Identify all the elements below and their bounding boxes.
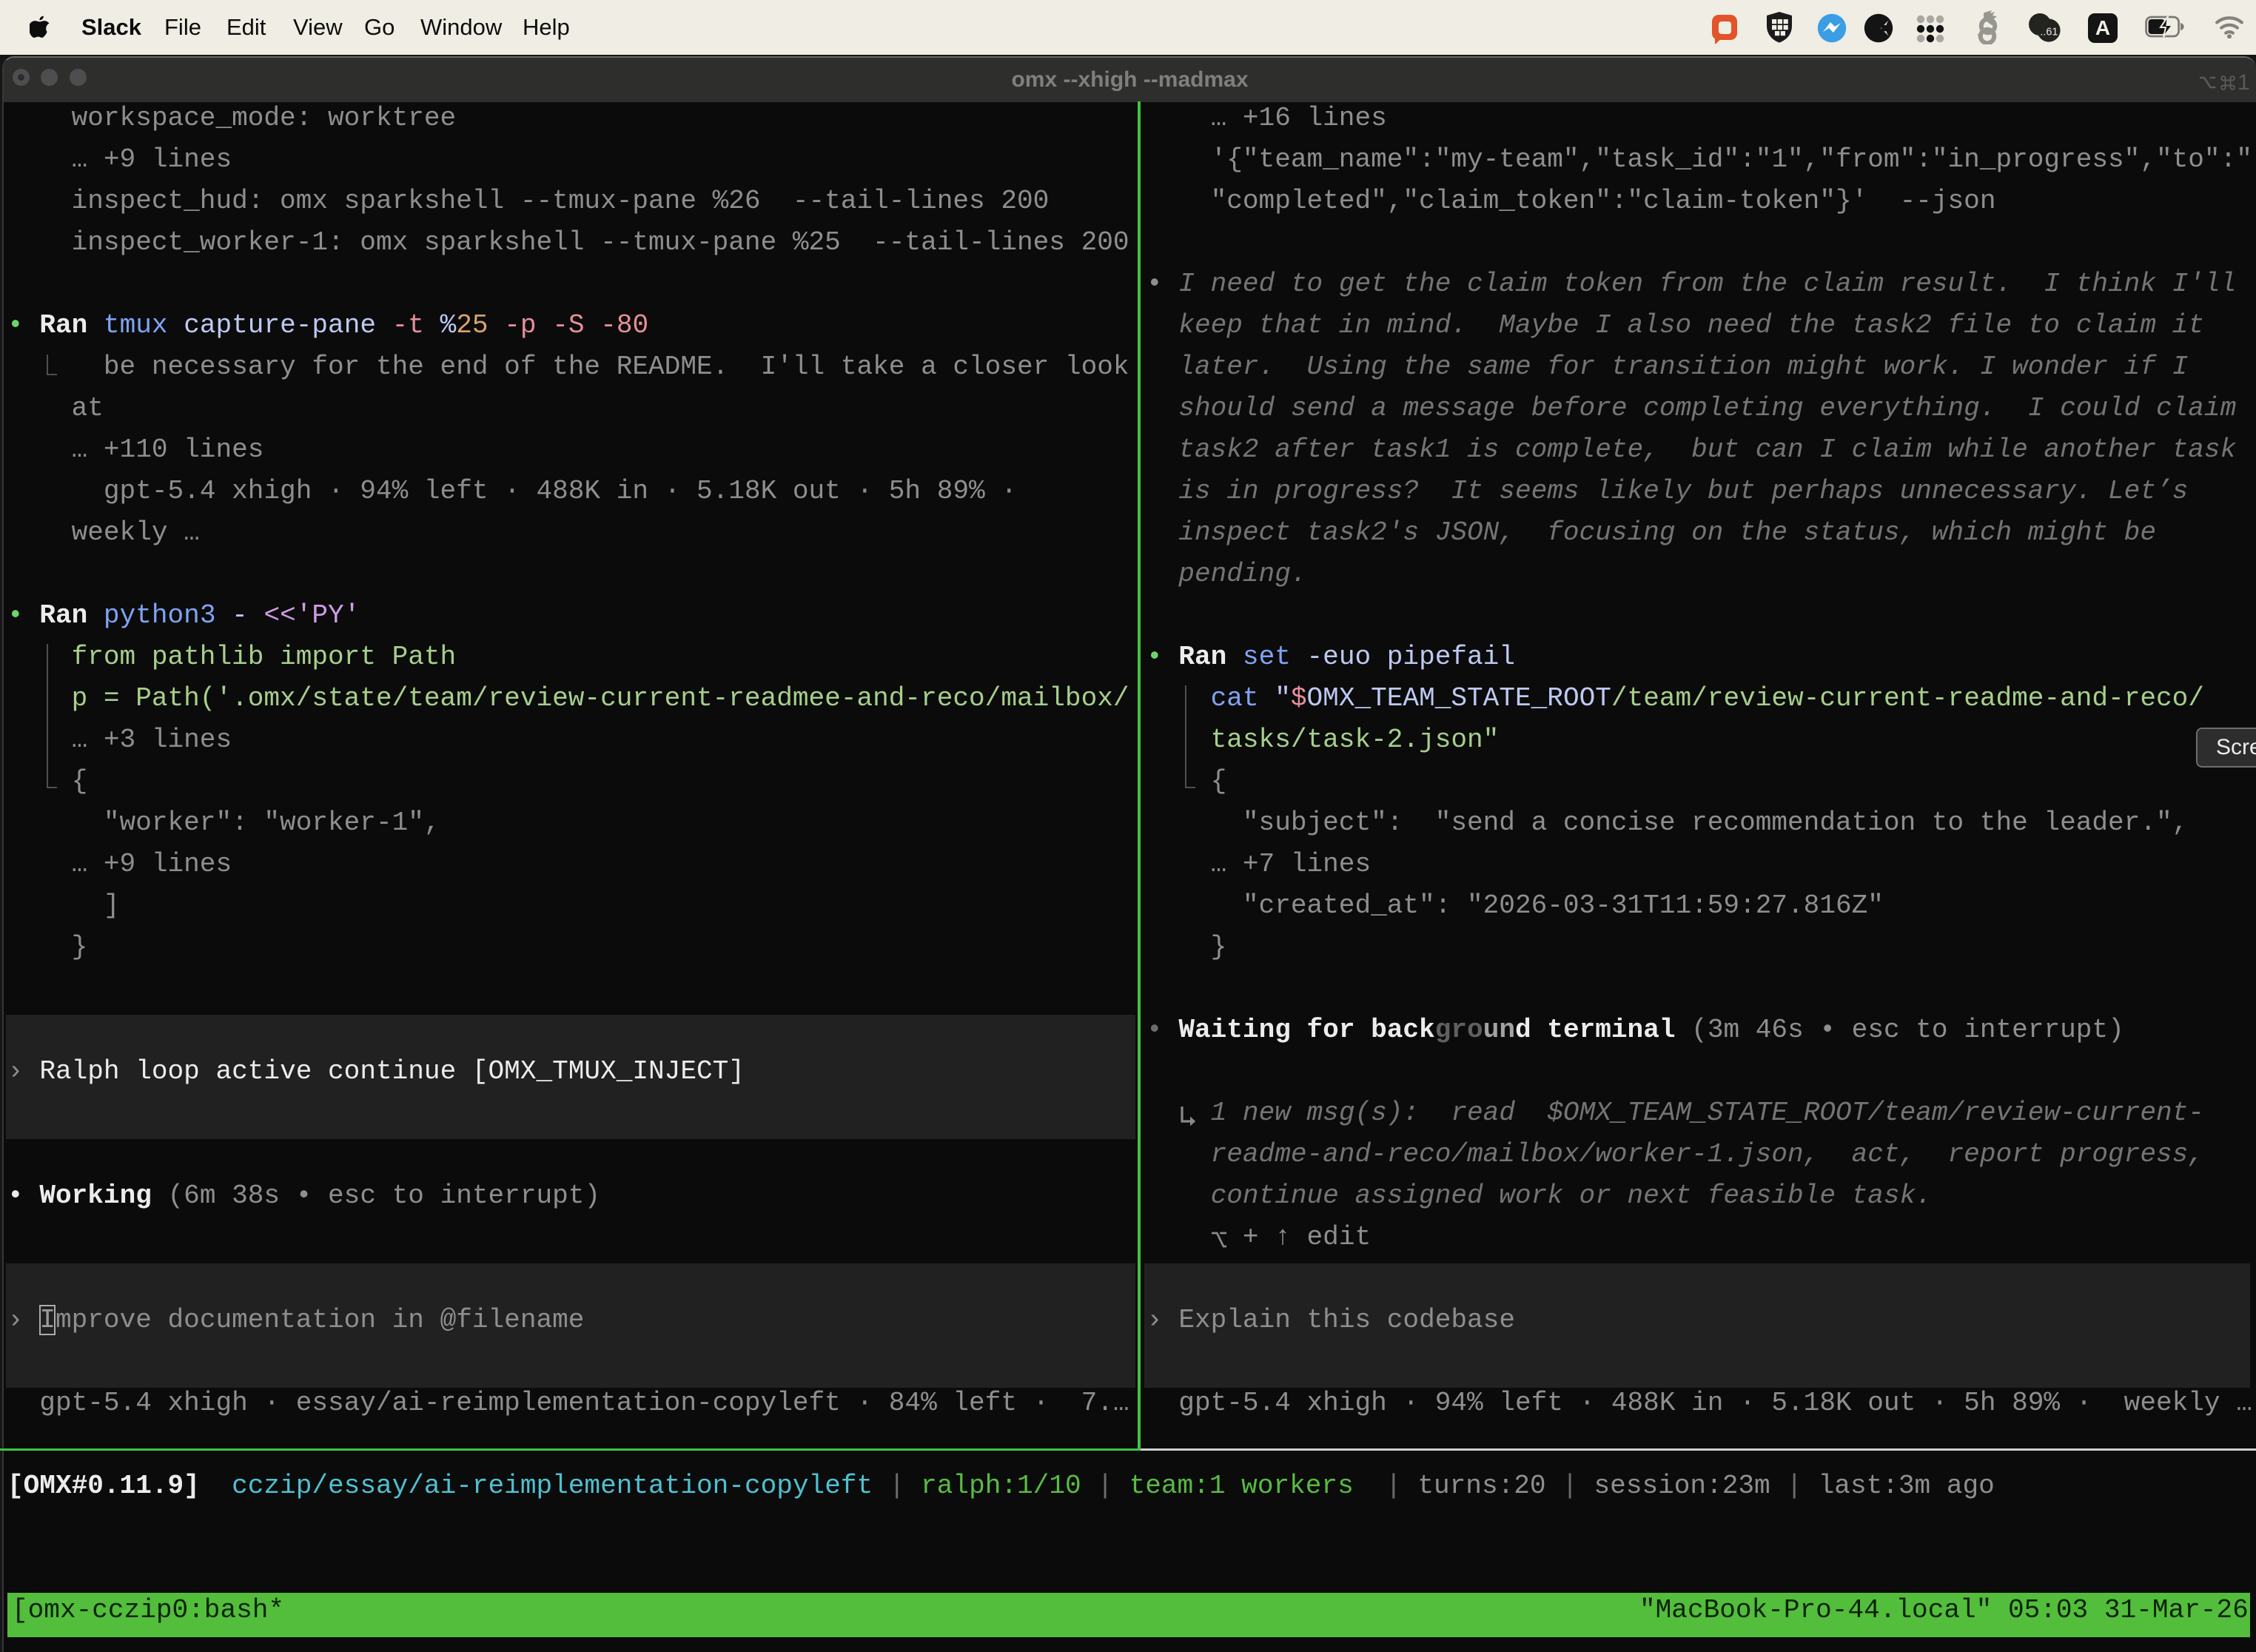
svg-text:..61: ..61 — [2040, 26, 2058, 38]
